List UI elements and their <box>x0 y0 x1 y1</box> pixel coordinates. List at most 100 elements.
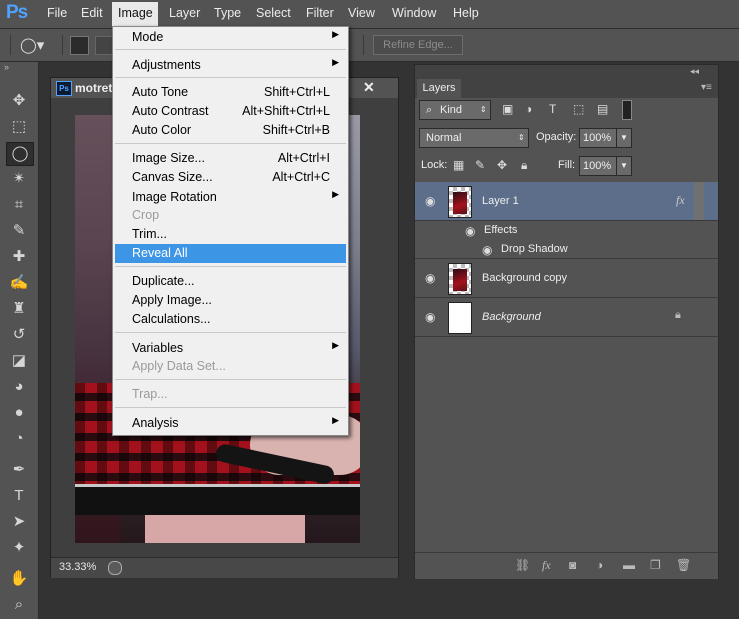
menu-filter[interactable]: Filter <box>306 6 334 20</box>
collapse-icon[interactable]: ◂◂ <box>690 66 699 77</box>
lasso-preset-icon[interactable]: ◯▾ <box>20 36 44 54</box>
eye-icon[interactable]: ◉ <box>425 310 435 324</box>
layer-name: Background copy <box>482 272 567 284</box>
lock-all-icon[interactable]: 🔒︎ <box>521 158 527 173</box>
new-group-icon[interactable]: ▬ <box>623 558 635 572</box>
eye-icon[interactable]: ◉ <box>482 243 492 257</box>
healing-brush-icon[interactable]: ✚ <box>6 246 32 268</box>
menu-item-variables[interactable]: Variables ▶ <box>115 339 346 358</box>
eye-icon[interactable]: ◉ <box>425 194 435 208</box>
layer-row-background-copy[interactable]: ◉ Background copy <box>415 259 718 298</box>
menu-item-analysis[interactable]: Analysis ▶ <box>115 414 346 433</box>
lasso-tool-icon[interactable]: ◯ <box>6 142 34 166</box>
link-layers-icon[interactable]: ⛓ <box>515 558 530 572</box>
menu-type[interactable]: Type <box>214 6 241 20</box>
panel-menu-icon[interactable]: ▾≡ <box>701 82 712 93</box>
move-tool-icon[interactable]: ✥ <box>6 90 32 112</box>
menu-select[interactable]: Select <box>256 6 291 20</box>
brush-tool-icon[interactable]: ✍ <box>6 272 32 294</box>
options-divider <box>363 35 364 55</box>
zoom-tool-icon[interactable]: ⌕ <box>6 594 32 616</box>
path-selection-icon[interactable]: ➤ <box>6 511 32 533</box>
menu-separator <box>115 407 346 408</box>
shape-filter-icon[interactable]: ⬚ <box>573 102 584 116</box>
adjustment-layer-icon[interactable]: ◑ <box>596 558 603 572</box>
opacity-label: Opacity: <box>536 131 577 143</box>
menu-item-image-size[interactable]: Image Size... Alt+Ctrl+I <box>115 149 346 168</box>
fx-icon[interactable]: fx <box>676 193 685 208</box>
new-layer-icon[interactable]: ❐ <box>650 558 661 572</box>
menu-file[interactable]: File <box>47 6 67 20</box>
fill-dropdown-icon[interactable]: ▼ <box>616 156 632 176</box>
panel-tab-bar: Layers ▾≡ <box>415 79 718 98</box>
menu-image[interactable]: Image <box>112 2 158 26</box>
menu-window[interactable]: Window <box>392 6 436 20</box>
hand-tool-icon[interactable]: ✋ <box>6 568 32 590</box>
tab-layers[interactable]: Layers <box>417 79 461 98</box>
menu-item-reveal-all[interactable]: Reveal All <box>115 244 346 263</box>
dodge-tool-icon[interactable]: ◔ <box>6 428 32 450</box>
paint-bucket-icon[interactable]: ◕ <box>6 376 32 398</box>
lock-transparency-icon[interactable]: ▦ <box>453 158 464 172</box>
blur-tool-icon[interactable]: ● <box>6 402 32 424</box>
pen-tool-icon[interactable]: ✒ <box>6 459 32 481</box>
layer-row-layer1[interactable]: ◉ Layer 1 fx <box>415 182 718 221</box>
filter-kind-select[interactable]: ⌕ Kind ⇕ <box>419 100 491 120</box>
filter-toggle-switch[interactable] <box>622 100 632 120</box>
fill-input[interactable]: 100% <box>579 156 618 176</box>
menu-item-mode[interactable]: Mode ▶ <box>115 28 346 47</box>
shape-tool-icon[interactable]: ✦ <box>6 537 32 559</box>
lock-position-icon[interactable]: ✥ <box>497 158 507 172</box>
status-arrow-icon[interactable] <box>108 561 122 575</box>
menu-item-image-rotation[interactable]: Image Rotation ▶ <box>115 188 346 207</box>
zoom-level[interactable]: 33.33% <box>59 561 96 573</box>
effects-row[interactable]: ◉ Effects <box>415 221 718 240</box>
opacity-input[interactable]: 100% <box>579 128 618 148</box>
crop-tool-icon[interactable]: ⌗ <box>6 194 32 216</box>
menu-item-duplicate[interactable]: Duplicate... <box>115 272 346 291</box>
layer-thumbnail <box>448 186 472 218</box>
type-tool-icon[interactable]: T <box>6 485 32 507</box>
menu-help[interactable]: Help <box>453 6 479 20</box>
add-style-icon[interactable]: fx <box>542 558 551 573</box>
menu-item-adjustments[interactable]: Adjustments ▶ <box>115 56 346 75</box>
eye-icon[interactable]: ◉ <box>465 224 475 238</box>
adjustment-filter-icon[interactable]: ◑ <box>525 102 532 116</box>
layer-row-background[interactable]: ◉ Background 🔒︎ <box>415 298 718 337</box>
menu-edit[interactable]: Edit <box>81 6 103 20</box>
magic-wand-icon[interactable]: ✴ <box>6 168 32 190</box>
eye-icon[interactable]: ◉ <box>425 271 435 285</box>
menu-item-auto-tone[interactable]: Auto Tone Shift+Ctrl+L <box>115 83 346 102</box>
layers-scrollbar[interactable] <box>694 182 704 220</box>
eraser-icon[interactable]: ◪ <box>6 350 32 372</box>
lock-icon: 🔒︎ <box>675 309 681 321</box>
blend-mode-select[interactable]: Normal ⇕ <box>419 128 529 148</box>
layer-name: Layer 1 <box>482 195 519 207</box>
type-filter-icon[interactable]: T <box>549 102 556 116</box>
eyedropper-icon[interactable]: ✎ <box>6 220 32 242</box>
lock-pixels-icon[interactable]: ✎ <box>475 158 485 172</box>
layer-name: Background <box>482 311 541 323</box>
menu-item-calculations[interactable]: Calculations... <box>115 310 346 329</box>
refine-edge-button[interactable]: Refine Edge... <box>373 35 463 55</box>
opacity-dropdown-icon[interactable]: ▼ <box>616 128 632 148</box>
menu-item-crop: Crop <box>132 208 160 222</box>
pixel-filter-icon[interactable]: ▣ <box>502 102 513 116</box>
new-selection-icon[interactable] <box>70 36 89 55</box>
close-icon[interactable]: ✕ <box>363 79 375 96</box>
add-mask-icon[interactable]: ◙ <box>569 558 576 572</box>
menu-item-canvas-size[interactable]: Canvas Size... Alt+Ctrl+C <box>115 168 346 187</box>
clone-stamp-icon[interactable]: ♜ <box>6 298 32 320</box>
marquee-tool-icon[interactable]: ⬚ <box>6 116 32 138</box>
menu-view[interactable]: View <box>348 6 375 20</box>
effect-drop-shadow-row[interactable]: ◉ Drop Shadow <box>415 240 718 259</box>
menu-item-apply-image[interactable]: Apply Image... <box>115 291 346 310</box>
smart-object-filter-icon[interactable]: ▤ <box>597 102 608 116</box>
menu-item-auto-color[interactable]: Auto Color Shift+Ctrl+B <box>115 121 346 140</box>
menu-item-trim[interactable]: Trim... <box>115 225 346 244</box>
trash-icon[interactable]: 🗑︎ <box>676 558 691 572</box>
menu-layer[interactable]: Layer <box>169 6 200 20</box>
collapse-icon[interactable]: » <box>4 62 9 72</box>
menu-item-auto-contrast[interactable]: Auto Contrast Alt+Shift+Ctrl+L <box>115 102 346 121</box>
history-brush-icon[interactable]: ↺ <box>6 324 32 346</box>
